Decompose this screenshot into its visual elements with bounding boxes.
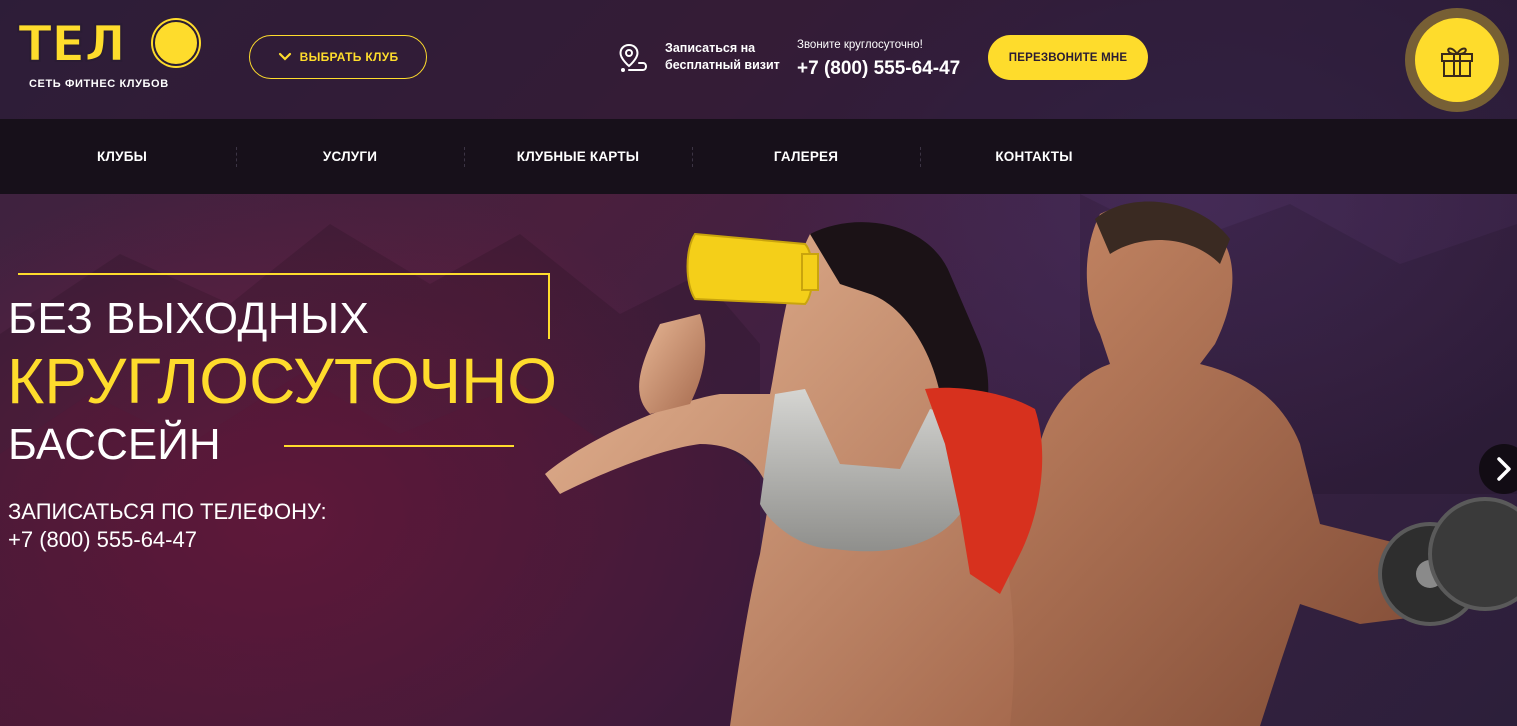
nav-item-contacts[interactable]: КОНТАКТЫ [920, 119, 1148, 194]
logo-letters: ТЕЛ [17, 14, 127, 74]
nav-item-services[interactable]: УСЛУГИ [236, 119, 464, 194]
gift-button[interactable] [1405, 8, 1509, 112]
callback-button[interactable]: ПЕРЕЗВОНИТЕ МНЕ [988, 35, 1148, 80]
shaker-bottle [686, 232, 819, 306]
nav-item-gallery[interactable]: ГАЛЕРЕЯ [692, 119, 920, 194]
headline-frame-bottom [284, 445, 514, 447]
free-visit-link[interactable]: Записаться на бесплатный визит [617, 40, 792, 80]
logo-wordmark: ТЕЛ [17, 14, 138, 74]
map-pin-route-icon [619, 43, 647, 72]
gift-button-inner [1415, 18, 1499, 102]
header-phone-number[interactable]: +7 (800) 555-64-47 [797, 58, 977, 80]
nav-item-club-cards[interactable]: КЛУБНЫЕ КАРТЫ [464, 119, 692, 194]
hero-line-1: БЕЗ ВЫХОДНЫХ [8, 294, 370, 343]
free-visit-text: Записаться на бесплатный визит [665, 40, 795, 74]
athletes-photo [545, 201, 1517, 726]
free-visit-line2: бесплатный визит [665, 58, 780, 72]
callback-label: ПЕРЕЗВОНИТЕ МНЕ [1008, 51, 1128, 64]
logo-tagline: СЕТЬ ФИТНЕС КЛУБОВ [29, 78, 169, 90]
header-phone-block: Звоните круглосуточно! +7 (800) 555-64-4… [797, 38, 977, 84]
headline-frame-right [548, 273, 550, 339]
main-navigation: КЛУБЫ УСЛУГИ КЛУБНЫЕ КАРТЫ ГАЛЕРЕЯ КОНТА… [0, 119, 1517, 194]
logo-circle-letter [153, 20, 199, 66]
site-header: ТЕЛ СЕТЬ ФИТНЕС КЛУБОВ ВЫБРАТЬ КЛУБ Запи… [0, 0, 1517, 119]
chevron-down-icon [278, 52, 291, 61]
hero-line-2: КРУГЛОСУТОЧНО [7, 345, 558, 417]
signup-phone-number[interactable]: +7 (800) 555-64-47 [8, 527, 197, 553]
signup-by-phone-label: ЗАПИСАТЬСЯ ПО ТЕЛЕФОНУ: [8, 499, 327, 524]
hero-line-3: БАССЕЙН [8, 420, 221, 469]
free-visit-line1: Записаться на [665, 41, 756, 55]
gift-icon [1441, 47, 1473, 77]
nav-item-clubs[interactable]: КЛУБЫ [8, 119, 236, 194]
phone-note: Звоните круглосуточно! [797, 39, 923, 51]
choose-club-button[interactable]: ВЫБРАТЬ КЛУБ [249, 35, 427, 79]
headline-frame-top [18, 273, 550, 275]
logo[interactable]: ТЕЛ СЕТЬ ФИТНЕС КЛУБОВ [17, 14, 199, 96]
choose-club-label: ВЫБРАТЬ КЛУБ [299, 50, 399, 64]
chevron-right-icon [1497, 457, 1511, 481]
dumbbell [1378, 497, 1517, 626]
